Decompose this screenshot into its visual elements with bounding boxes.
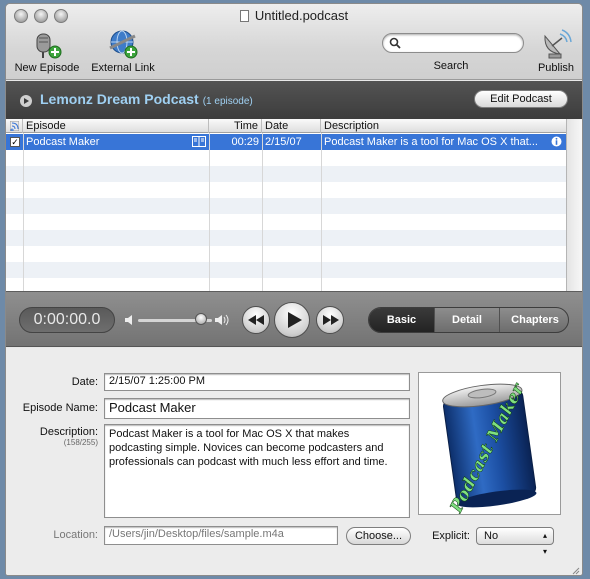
date-cell: 2/15/07: [265, 136, 302, 148]
date-field[interactable]: 2/15/07 1:25:00 PM: [104, 373, 410, 391]
info-icon[interactable]: [551, 136, 562, 147]
playback-bar: 0:00:00.0 Basic Detail Chapters: [6, 291, 582, 347]
artwork-well[interactable]: Podcast Maker: [418, 372, 561, 517]
external-link-label: External Link: [91, 62, 155, 74]
search-input[interactable]: [382, 33, 524, 53]
table-row[interactable]: ✓ Podcast Maker 00:29 2/15/07 Podcast Ma…: [6, 134, 566, 150]
description-cell: Podcast Maker is a tool for Mac OS X tha…: [324, 136, 538, 148]
search-label: Search: [433, 60, 469, 72]
episode-table: Episode Time Date Description ✓ Podcast …: [6, 119, 566, 291]
explicit-value: No: [484, 530, 499, 542]
view-segmented-control: Basic Detail Chapters: [368, 307, 569, 333]
window-title-bar: Untitled.podcast: [6, 8, 582, 23]
explicit-select[interactable]: No ▴ ▾: [476, 527, 554, 556]
podcast-window: Untitled.podcast New Episode External Li…: [5, 3, 583, 576]
choose-button[interactable]: Choose...: [346, 527, 411, 545]
episode-detail-form: Date: 2/15/07 1:25:00 PM Episode Name: P…: [6, 348, 582, 575]
podcast-title: Lemonz Dream Podcast: [40, 91, 199, 107]
volume-slider-knob[interactable]: [194, 313, 207, 325]
search-icon: [389, 37, 401, 49]
column-header-episode[interactable]: Episode: [23, 119, 209, 133]
table-row: [6, 150, 566, 166]
column-divider: [209, 133, 210, 291]
resize-grip-icon[interactable]: [570, 565, 580, 575]
window-title: Untitled.podcast: [254, 8, 349, 23]
table-row: [6, 262, 566, 278]
column-divider: [262, 133, 263, 291]
column-divider: [321, 133, 322, 291]
description-field[interactable]: Podcast Maker is a tool for Mac OS X tha…: [104, 424, 410, 518]
table-row: [6, 278, 566, 291]
popup-arrows-icon: ▴ ▾: [542, 531, 547, 556]
table-row: [6, 246, 566, 262]
publish-button[interactable]: Publish: [532, 28, 580, 74]
location-field: /Users/jin/Desktop/files/sample.m4a: [104, 526, 338, 545]
volume-high-icon: [215, 314, 229, 326]
disclosure-play-icon[interactable]: [20, 95, 32, 107]
fast-forward-button[interactable]: [316, 306, 344, 334]
date-label: Date:: [71, 376, 98, 388]
table-row: [6, 166, 566, 182]
episode-count: (1 episode): [202, 96, 253, 107]
play-button[interactable]: [274, 302, 310, 338]
microphone-plus-icon: [36, 33, 62, 59]
time-cell: 00:29: [231, 136, 259, 148]
fast-forward-icon: [323, 315, 339, 325]
location-label: Location:: [53, 529, 98, 541]
edit-podcast-button[interactable]: Edit Podcast: [474, 90, 568, 108]
chapters-book-icon: [192, 136, 206, 147]
tab-basic[interactable]: Basic: [369, 308, 435, 332]
globe-plus-icon: [109, 30, 138, 59]
volume-low-icon: [125, 315, 132, 325]
satellite-dish-icon: [544, 29, 572, 59]
episode-name-field[interactable]: Podcast Maker: [104, 398, 410, 419]
rewind-button[interactable]: [242, 306, 270, 334]
tab-chapters[interactable]: Chapters: [500, 308, 568, 332]
play-icon: [288, 312, 302, 328]
column-header-time[interactable]: Time: [209, 119, 262, 133]
explicit-label: Explicit:: [432, 530, 470, 542]
table-row: [6, 214, 566, 230]
toolbar: Untitled.podcast New Episode External Li…: [6, 4, 582, 80]
podcast-header: Lemonz Dream Podcast (1 episode) Edit Pod…: [6, 81, 582, 119]
podcast-title-group: Lemonz Dream Podcast (1 episode): [40, 91, 253, 107]
table-header: Episode Time Date Description: [6, 119, 566, 133]
column-divider: [23, 133, 24, 291]
column-header-date[interactable]: Date: [262, 119, 321, 133]
podcast-maker-can-icon: Podcast Maker: [442, 380, 537, 517]
document-icon: [239, 10, 249, 22]
new-episode-button[interactable]: New Episode: [12, 28, 82, 74]
playback-time: 0:00:00.0: [19, 307, 115, 333]
episode-checkbox[interactable]: ✓: [10, 137, 20, 147]
new-episode-label: New Episode: [14, 62, 80, 74]
rewind-icon: [248, 315, 264, 325]
table-row: [6, 182, 566, 198]
tab-detail[interactable]: Detail: [435, 308, 500, 332]
episode-cell: Podcast Maker: [26, 136, 100, 148]
external-link-button[interactable]: External Link: [88, 28, 158, 74]
description-label-group: Description: (158/255): [10, 426, 98, 447]
description-label: Description:: [39, 426, 98, 438]
table-row: [6, 230, 566, 246]
column-header-description[interactable]: Description: [321, 119, 566, 133]
table-row: [6, 198, 566, 214]
rss-icon: [9, 120, 20, 132]
publish-label: Publish: [537, 62, 575, 74]
description-char-count: (158/255): [63, 438, 98, 447]
column-header-icon[interactable]: [6, 119, 23, 133]
episode-name-label: Episode Name:: [22, 402, 98, 414]
table-scrollbar[interactable]: [566, 119, 582, 291]
